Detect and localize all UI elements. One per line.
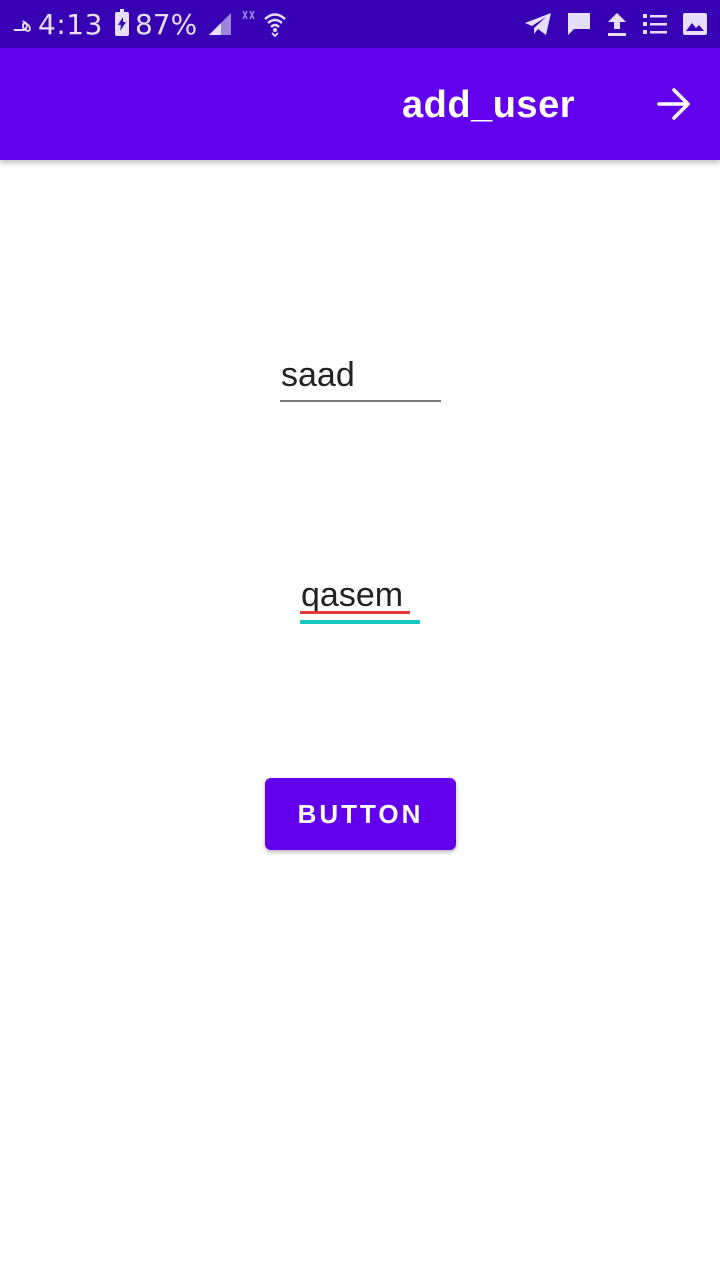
- battery-percent: 87%: [134, 7, 198, 41]
- first-name-value: saad: [281, 356, 355, 394]
- last-name-underline: [300, 620, 420, 624]
- spellcheck-underline: [300, 611, 410, 614]
- no-data-icon: [241, 9, 257, 21]
- list-icon: [642, 12, 668, 36]
- last-name-value: qasem: [301, 576, 404, 614]
- telegram-icon: [524, 12, 552, 36]
- submit-button[interactable]: BUTTON: [265, 778, 456, 850]
- status-time: 4:13: [38, 7, 103, 41]
- status-right: [524, 0, 708, 48]
- status-left: هـ 4:13 87%: [14, 0, 287, 48]
- message-icon: [566, 11, 592, 37]
- battery-charging-icon: [114, 9, 129, 36]
- upload-icon: [606, 11, 628, 37]
- status-bar: هـ 4:13 87%: [0, 0, 720, 48]
- carrier-glyph: هـ: [14, 11, 33, 37]
- app-bar: add_user: [0, 48, 720, 160]
- signal-icon: [209, 13, 235, 35]
- last-name-field[interactable]: qasem: [300, 575, 420, 624]
- page-title: add_user: [402, 84, 575, 126]
- wifi-icon: [263, 11, 287, 37]
- first-name-field[interactable]: saad: [280, 355, 441, 402]
- first-name-underline: [280, 400, 441, 402]
- image-icon: [682, 12, 708, 36]
- arrow-forward-icon[interactable]: [654, 84, 694, 124]
